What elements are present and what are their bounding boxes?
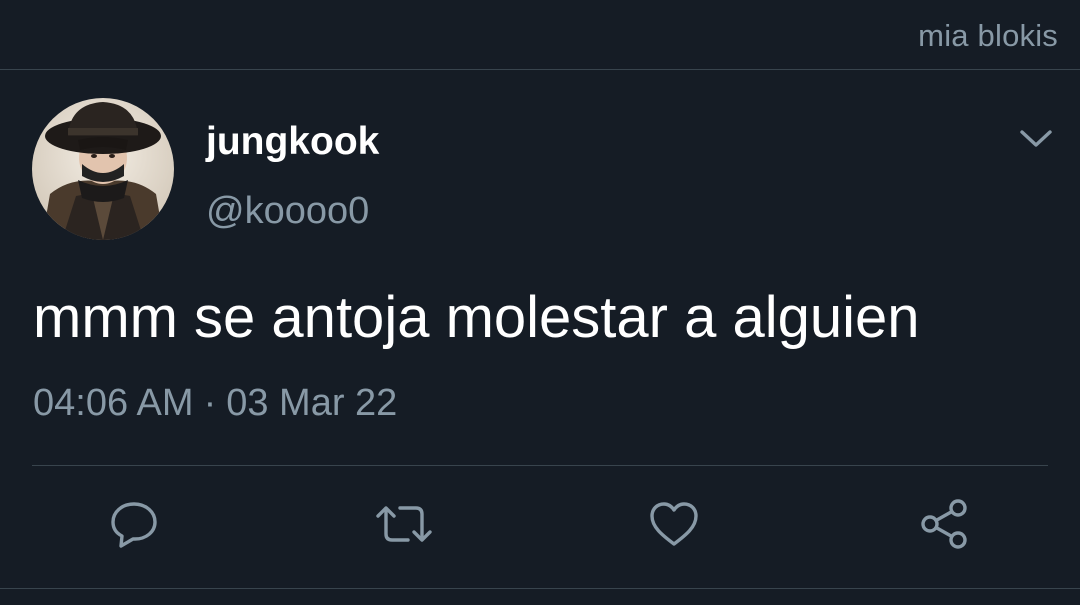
share-button[interactable] <box>914 496 974 556</box>
tweet-text: mmm se antoja molestar a alguien <box>33 285 920 350</box>
action-divider <box>32 465 1048 466</box>
heart-icon <box>648 498 700 555</box>
tweet-screen: mia blokis jungkook @koooo0 mmm se antoj… <box>0 0 1080 605</box>
action-bar <box>0 496 1080 556</box>
avatar[interactable] <box>32 98 174 240</box>
top-bar: mia blokis <box>0 0 1080 70</box>
display-name[interactable]: jungkook <box>206 120 379 164</box>
tweet-date: 03 Mar 22 <box>226 382 398 424</box>
user-handle[interactable]: @koooo0 <box>206 190 369 233</box>
reply-icon <box>108 498 160 555</box>
tweet-timestamp[interactable]: 04:06 AM · 03 Mar 22 <box>33 382 397 425</box>
watermark: mia blokis <box>918 18 1058 53</box>
like-button[interactable] <box>644 496 704 556</box>
tweet-time: 04:06 AM <box>33 382 194 424</box>
share-icon <box>917 497 971 556</box>
retweet-icon <box>374 498 434 555</box>
meta-separator: · <box>203 382 217 424</box>
reply-button[interactable] <box>104 496 164 556</box>
chevron-down-icon[interactable] <box>1014 118 1058 158</box>
bottom-divider <box>0 588 1080 589</box>
retweet-button[interactable] <box>374 496 434 556</box>
top-divider <box>0 69 1080 70</box>
